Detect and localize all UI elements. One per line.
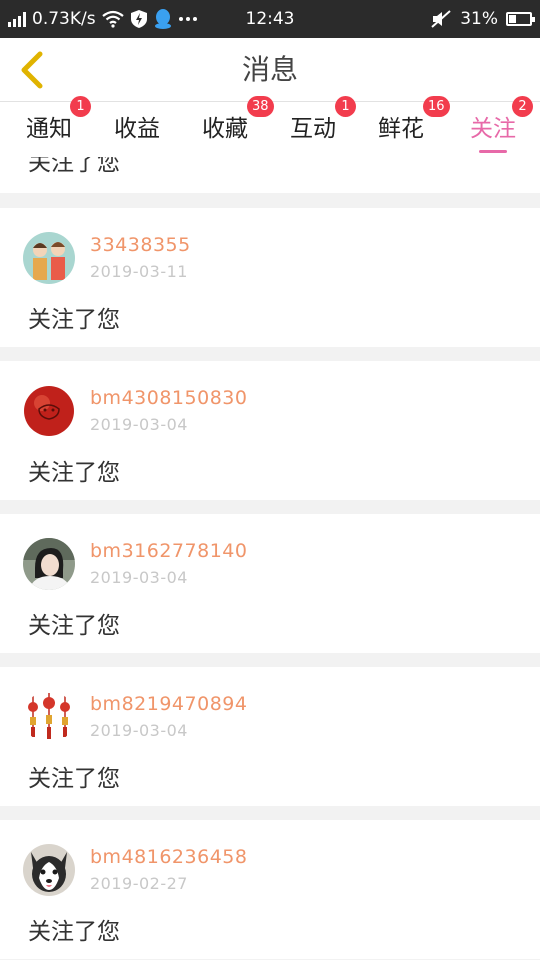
- tab-label: 鲜花: [378, 116, 424, 142]
- tab-active-indicator: [479, 150, 507, 153]
- signal-icon: [8, 11, 26, 27]
- tab-badge: 2: [512, 96, 533, 117]
- avatar[interactable]: [23, 844, 75, 896]
- list-item[interactable]: bm8219470894 2019-03-04 关注了您: [0, 667, 540, 806]
- tab-flowers[interactable]: 鲜花 16: [360, 96, 450, 157]
- username[interactable]: bm4816236458: [90, 846, 247, 868]
- avatar[interactable]: [23, 232, 75, 284]
- list-item-partial[interactable]: 关注了您: [0, 157, 540, 193]
- notification-text: 关注了您: [28, 766, 120, 792]
- notification-date: 2019-03-04: [90, 568, 188, 587]
- notification-text: 关注了您: [28, 613, 120, 639]
- tab-badge: 38: [247, 96, 274, 117]
- wifi-icon: [101, 10, 124, 28]
- shield-icon: [130, 10, 147, 28]
- username[interactable]: 33438355: [90, 234, 191, 256]
- status-bar: 0.73K/s 12:43 31%: [0, 0, 540, 38]
- notification-text: 关注了您: [28, 919, 120, 945]
- tab-interaction[interactable]: 互动 1: [272, 96, 356, 157]
- network-speed: 0.73K/s: [32, 9, 96, 29]
- tab-favorites[interactable]: 收藏 38: [184, 96, 274, 157]
- tab-label: 通知: [26, 116, 72, 142]
- username[interactable]: bm3162778140: [90, 540, 247, 562]
- notification-date: 2019-02-27: [90, 874, 188, 893]
- username[interactable]: bm4308150830: [90, 387, 247, 409]
- tab-badge: 16: [423, 96, 450, 117]
- notification-list[interactable]: 关注了您 33438355 2019-03-11 关注了您 bm43081508…: [0, 157, 540, 960]
- list-item[interactable]: bm4816236458 2019-02-27 关注了您: [0, 820, 540, 959]
- battery-icon: [506, 12, 535, 26]
- battery-percent: 31%: [460, 9, 498, 29]
- username[interactable]: bm8219470894: [90, 693, 247, 715]
- clock: 12:43: [245, 9, 295, 29]
- tab-follow[interactable]: 关注 2: [452, 96, 534, 157]
- notification-text: 关注了您: [28, 460, 120, 486]
- tab-label: 收藏: [202, 116, 248, 142]
- mute-icon: [431, 10, 451, 28]
- tab-label: 关注: [470, 116, 516, 142]
- avatar[interactable]: [23, 691, 75, 743]
- tab-earnings[interactable]: 收益: [96, 102, 178, 157]
- tab-badge: 1: [335, 96, 356, 117]
- notification-text: 关注了您: [28, 157, 120, 176]
- notification-text: 关注了您: [28, 307, 120, 333]
- header: 消息: [0, 38, 540, 102]
- tab-bar: 通知 1 收益 收藏 38 互动 1 鲜花 16 关注 2: [0, 96, 540, 157]
- notification-date: 2019-03-11: [90, 262, 188, 281]
- tab-badge: 1: [70, 96, 91, 117]
- more-icon: [178, 17, 197, 21]
- list-item[interactable]: bm4308150830 2019-03-04 关注了您: [0, 361, 540, 500]
- notification-date: 2019-03-04: [90, 721, 188, 740]
- avatar[interactable]: [23, 538, 75, 590]
- tab-notice[interactable]: 通知 1: [8, 96, 91, 157]
- notification-date: 2019-03-04: [90, 415, 188, 434]
- list-item[interactable]: 33438355 2019-03-11 关注了您: [0, 208, 540, 347]
- page-title: 消息: [241, 53, 298, 86]
- tab-label: 收益: [114, 116, 160, 142]
- tab-label: 互动: [290, 116, 336, 142]
- list-item[interactable]: bm3162778140 2019-03-04 关注了您: [0, 514, 540, 653]
- avatar[interactable]: [23, 385, 75, 437]
- qq-icon: [154, 9, 171, 29]
